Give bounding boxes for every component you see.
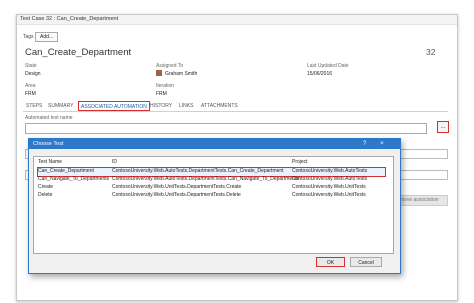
tab-bar: STEPS SUMMARY ASSOCIATED AUTOMATION HIST… [23,101,448,112]
table-row[interactable]: Can_Create_Department ContosoUniversity.… [34,168,393,175]
iteration-value[interactable]: FRM [156,91,167,97]
automated-test-name-label: Automated test name [25,115,73,121]
assigned-to-value[interactable]: Graham Smith [165,71,197,77]
avatar [156,70,162,76]
window-titlebar: Test Case 32 : Can_Create_Department [17,15,457,25]
row-project: ContosoUniversity.Web.UnitTests [292,184,366,190]
tab-history[interactable]: HISTORY [150,101,172,111]
work-item-title[interactable]: Can_Create_Department [25,47,131,58]
help-icon[interactable]: ? [363,139,366,149]
tab-attachments[interactable]: ATTACHMENTS [201,101,238,111]
cancel-button[interactable]: Cancel [350,257,382,267]
add-tag-button[interactable]: Add... [35,32,59,42]
state-label: State [25,63,37,69]
dialog-title: Choose Test [33,141,64,147]
row-test-id: ContosoUniversity.Web.AutoTests.Departme… [112,176,299,182]
row-project: ContosoUniversity.Web.UnitTests [292,192,366,198]
row-test-name: Delete [38,192,53,198]
column-header-test-name[interactable]: Test Name [38,159,62,165]
row-test-id: ContosoUniversity.Web.UnitTests.Departme… [112,192,241,198]
column-header-id[interactable]: ID [112,159,117,165]
state-value[interactable]: Design [25,71,41,77]
row-project: ContosoUniversity.Web.AutoTests [292,168,368,174]
tab-steps[interactable]: STEPS [26,101,42,111]
dialog-titlebar: Choose Test ? × [29,139,400,149]
last-updated-value: 15/06/2016 [307,71,333,77]
work-item-id: 32 [426,47,436,57]
automated-test-name-input[interactable] [25,123,427,134]
iteration-label: Iteration [156,83,175,89]
row-test-name: Can_Navigate_To_Departments [38,176,110,182]
close-icon[interactable]: × [380,139,384,149]
tags-label: Tags [23,34,34,40]
row-project: ContosoUniversity.Web.AutoTests [292,176,368,182]
window-title: Test Case 32 : Can_Create_Department [20,16,119,22]
table-row[interactable]: Delete ContosoUniversity.Web.UnitTests.D… [34,192,393,199]
row-test-name: Can_Create_Department [38,168,94,174]
table-row[interactable]: Can_Navigate_To_Departments ContosoUnive… [34,176,393,183]
column-header-project[interactable]: Project [292,159,308,165]
row-test-id: ContosoUniversity.Web.UnitTests.Departme… [112,184,242,190]
choose-test-dialog: Choose Test ? × Test Name ID Project Can… [28,138,401,274]
assigned-to-label: Assigned To [156,63,184,69]
tab-summary[interactable]: SUMMARY [48,101,73,111]
last-updated-label: Last Updated Date [307,63,349,69]
tab-links[interactable]: LINKS [179,101,193,111]
test-grid: Test Name ID Project Can_Create_Departme… [33,156,394,254]
area-label: Area [25,83,36,89]
row-test-name: Create [38,184,54,190]
table-row[interactable]: Create ContosoUniversity.Web.UnitTests.D… [34,184,393,191]
row-test-id: ContosoUniversity.Web.AutoTests.Departme… [112,168,284,174]
area-value[interactable]: FRM [25,91,36,97]
tab-associated-automation[interactable]: ASSOCIATED AUTOMATION [78,101,150,111]
ok-button[interactable]: OK [316,257,345,267]
browse-tests-button[interactable]: ... [437,121,449,133]
